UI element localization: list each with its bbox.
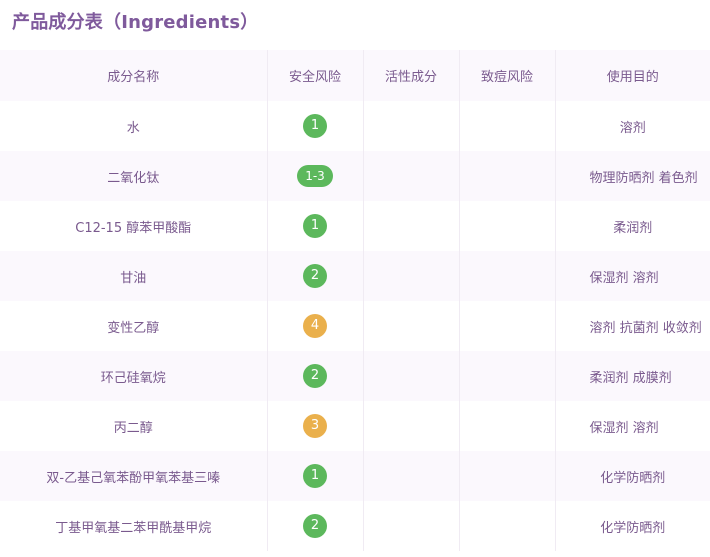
safety-risk-cell: 1 — [267, 451, 364, 501]
acne-risk-cell — [459, 151, 556, 201]
column-header-active[interactable]: 活性成分 — [363, 50, 460, 101]
ingredient-name[interactable]: 环己硅氧烷 — [0, 351, 268, 401]
column-header-safety[interactable]: 安全风险 — [267, 50, 364, 101]
ingredient-name[interactable]: C12-15 醇苯甲酸酯 — [0, 201, 268, 251]
acne-risk-cell — [459, 401, 556, 451]
ingredient-name[interactable]: 双-乙基己氧苯酚甲氧苯基三嗪 — [0, 451, 268, 501]
table-row[interactable]: 水 1 溶剂 — [0, 101, 710, 151]
purpose-cell: 化学防晒剂 — [600, 520, 666, 536]
active-ingredient-cell — [363, 251, 460, 301]
ingredient-name[interactable]: 丁基甲氧基二苯甲酰基甲烷 — [0, 501, 268, 551]
risk-badge: 2 — [303, 514, 327, 538]
safety-risk-cell: 1 — [267, 201, 364, 251]
safety-risk-cell: 1 — [267, 101, 364, 151]
table-body: 水 1 溶剂二氧化钛 1-3 物理防晒剂 着色剂 C12-15 醇苯甲酸酯 1 柔润剂甘油 2 保… — [0, 101, 710, 551]
column-header-acne[interactable]: 致痘风险 — [459, 50, 556, 101]
active-ingredient-cell — [363, 401, 460, 451]
acne-risk-cell — [459, 251, 556, 301]
risk-badge: 1 — [303, 464, 327, 488]
table-row[interactable]: 丙二醇 3 保湿剂 溶剂 — [0, 401, 710, 451]
table-row[interactable]: 环己硅氧烷 2 柔润剂 成膜剂 — [0, 351, 710, 401]
safety-risk-cell: 2 — [267, 351, 364, 401]
purpose-cell: 柔润剂 成膜剂 — [589, 370, 672, 386]
ingredient-name[interactable]: 变性乙醇 — [0, 301, 268, 351]
purpose-cell: 物理防晒剂 着色剂 — [589, 170, 698, 186]
table-row[interactable]: 甘油 2 保湿剂 溶剂 — [0, 251, 710, 301]
acne-risk-cell — [459, 351, 556, 401]
active-ingredient-cell — [363, 301, 460, 351]
safety-risk-cell: 4 — [267, 301, 364, 351]
table-row[interactable]: 丁基甲氧基二苯甲酰基甲烷 2 化学防晒剂 — [0, 501, 710, 551]
column-header-purpose[interactable]: 使用目的 — [555, 50, 710, 101]
table-row[interactable]: 变性乙醇 4 溶剂 抗菌剂 收敛剂 — [0, 301, 710, 351]
active-ingredient-cell — [363, 451, 460, 501]
purpose-cell: 保湿剂 溶剂 — [589, 420, 659, 436]
purpose-cell: 柔润剂 — [613, 220, 653, 236]
table-header-row: 成分名称 安全风险 活性成分 致痘风险 使用目的 — [0, 50, 710, 101]
risk-badge: 3 — [303, 414, 327, 438]
risk-badge: 2 — [303, 264, 327, 288]
safety-risk-cell: 2 — [267, 251, 364, 301]
ingredients-table: 成分名称 安全风险 活性成分 致痘风险 使用目的 水 1 溶剂二氧化钛 1-3 物理防晒… — [0, 50, 710, 551]
ingredient-name[interactable]: 甘油 — [0, 251, 268, 301]
ingredient-name[interactable]: 丙二醇 — [0, 401, 268, 451]
acne-risk-cell — [459, 201, 556, 251]
active-ingredient-cell — [363, 501, 460, 551]
purpose-cell: 溶剂 抗菌剂 收敛剂 — [589, 320, 702, 336]
safety-risk-cell: 3 — [267, 401, 364, 451]
active-ingredient-cell — [363, 101, 460, 151]
acne-risk-cell — [459, 501, 556, 551]
acne-risk-cell — [459, 301, 556, 351]
table-row[interactable]: C12-15 醇苯甲酸酯 1 柔润剂 — [0, 201, 710, 251]
active-ingredient-cell — [363, 201, 460, 251]
table-row[interactable]: 双-乙基己氧苯酚甲氧苯基三嗪 1 化学防晒剂 — [0, 451, 710, 501]
purpose-cell: 溶剂 — [619, 120, 646, 136]
safety-risk-cell: 1-3 — [267, 151, 364, 201]
acne-risk-cell — [459, 101, 556, 151]
risk-badge: 1 — [303, 214, 327, 238]
page-title: 产品成分表（Ingredients） — [12, 12, 259, 33]
active-ingredient-cell — [363, 351, 460, 401]
ingredient-name[interactable]: 二氧化钛 — [0, 151, 268, 201]
purpose-cell: 保湿剂 溶剂 — [589, 270, 659, 286]
risk-badge: 1-3 — [297, 165, 333, 187]
table-row[interactable]: 二氧化钛 1-3 物理防晒剂 着色剂 — [0, 151, 710, 201]
ingredient-name[interactable]: 水 — [0, 101, 268, 151]
risk-badge: 2 — [303, 364, 327, 388]
active-ingredient-cell — [363, 151, 460, 201]
safety-risk-cell: 2 — [267, 501, 364, 551]
purpose-cell: 化学防晒剂 — [600, 470, 666, 486]
risk-badge: 1 — [303, 114, 327, 138]
acne-risk-cell — [459, 451, 556, 501]
column-header-name[interactable]: 成分名称 — [0, 50, 268, 101]
risk-badge: 4 — [303, 314, 327, 338]
